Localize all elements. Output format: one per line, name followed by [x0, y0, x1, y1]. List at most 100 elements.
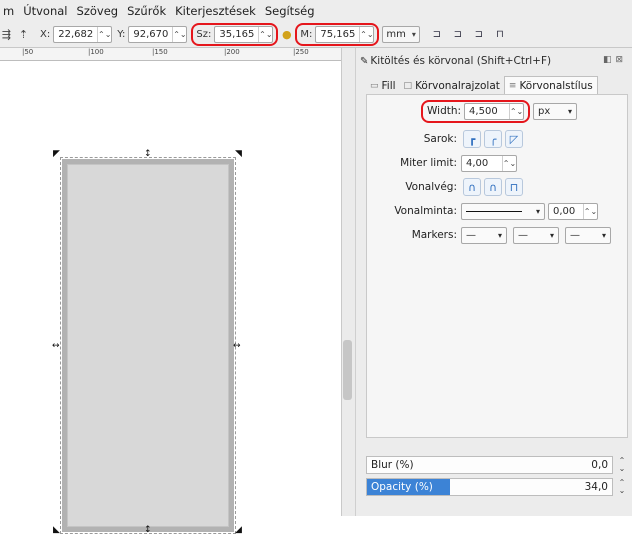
menu-item-extensions[interactable]: Kiterjesztések	[175, 4, 256, 18]
opacity-spin-icon[interactable]: ⌃ ⌄	[616, 479, 628, 495]
raise-icon[interactable]: ⇡	[17, 28, 30, 41]
w-label: Sz:	[196, 29, 212, 40]
drawing-canvas[interactable]: ◤ ↕ ◥ ↔ ↔ ◣ ↕ ◢	[0, 62, 341, 535]
marker-start-select[interactable]: — ▾	[461, 226, 507, 244]
brush-icon: ✎	[360, 55, 369, 67]
tab-stroke-paint[interactable]: □ Körvonalrajzolat	[400, 78, 504, 94]
h-value[interactable]: 75,165	[316, 29, 359, 40]
dash-offset-value[interactable]: 0,00	[549, 206, 583, 217]
blur-track[interactable]: Blur (%) 0,0	[366, 456, 613, 474]
y-input[interactable]: 92,670 ⌃⌄	[128, 26, 188, 43]
w-value[interactable]: 35,165	[215, 29, 258, 40]
stroke-style-icon: ≡	[508, 80, 517, 91]
opacity-value[interactable]: 34,0	[585, 481, 608, 493]
scale-handle-nw-icon[interactable]: ◤	[53, 150, 60, 159]
caps-label: Vonalvég:	[405, 181, 457, 193]
miter-input[interactable]: 4,00 ⌃⌄	[461, 154, 517, 172]
blur-slider[interactable]: Blur (%) 0,0 ⌃ ⌄	[366, 456, 628, 474]
align-icon[interactable]: ⇶	[0, 28, 13, 41]
stroke-width-spin-icon[interactable]: ⌃⌄	[509, 103, 523, 119]
chevron-down-icon: ▾	[535, 206, 540, 216]
dash-offset-spin-icon[interactable]: ⌃⌄	[583, 203, 597, 219]
panel-title: Kitöltés és körvonal (Shift+Ctrl+F)	[370, 55, 552, 67]
cap-butt-icon[interactable]: ∩	[463, 178, 481, 196]
width-highlight: Sz: 35,165 ⌃⌄	[191, 23, 279, 46]
scrollbar-thumb[interactable]	[343, 340, 352, 400]
marker-end-select[interactable]: — ▾	[565, 226, 611, 244]
join-bevel-icon[interactable]: ◸	[505, 130, 523, 148]
dash-row: Vonalminta: ▾ 0,00 ⌃⌄	[367, 201, 629, 221]
fill-icon: ▭	[370, 81, 379, 91]
w-spin-icon[interactable]: ⌃⌄	[258, 27, 273, 42]
stroke-paint-icon: □	[403, 81, 413, 91]
y-value[interactable]: 92,670	[129, 29, 172, 40]
cap-round-icon[interactable]: ∩	[484, 178, 502, 196]
canvas-vertical-scrollbar[interactable]	[341, 48, 355, 516]
join-miter-icon[interactable]: ┏	[463, 130, 481, 148]
stroke-width-value[interactable]: 4,500	[465, 106, 509, 117]
blur-value[interactable]: 0,0	[591, 459, 608, 471]
ruler-tick-100: |100	[88, 48, 104, 56]
menu-item-m[interactable]: m	[3, 4, 14, 18]
fill-stroke-panel: ✎ Kitöltés és körvonal (Shift+Ctrl+F) ◧⊠…	[355, 48, 632, 516]
markers-row: Markers: — ▾ — ▾ — ▾	[367, 225, 629, 245]
menu-item-path[interactable]: Útvonal	[23, 4, 67, 18]
x-value[interactable]: 22,682	[54, 29, 97, 40]
panel-window-buttons[interactable]: ◧⊠	[603, 55, 627, 65]
miter-spin-icon[interactable]: ⌃⌄	[502, 155, 516, 171]
snap-corner-icon[interactable]: ⊐	[428, 26, 446, 44]
tab-stroke-style[interactable]: ≡ Körvonalstílus	[503, 76, 598, 94]
opacity-slider[interactable]: Opacity (%) 34,0 ⌃ ⌄	[366, 478, 628, 496]
scale-handle-e-icon[interactable]: ↔	[233, 342, 241, 351]
join-round-icon[interactable]: ╭	[484, 130, 502, 148]
scale-handle-w-icon[interactable]: ↔	[52, 342, 60, 351]
snap-node-icon[interactable]: ⊓	[491, 26, 509, 44]
tab-stroke-paint-label: Körvonalrajzolat	[415, 80, 500, 92]
height-highlight: M: 75,165 ⌃⌄	[295, 23, 380, 46]
opacity-track[interactable]: Opacity (%) 34,0	[366, 478, 613, 496]
ruler-tick-150: |150	[152, 48, 168, 56]
width-label: Width:	[427, 105, 462, 117]
h-spin-icon[interactable]: ⌃⌄	[359, 27, 374, 42]
ruler-tick-200: |200	[224, 48, 240, 56]
stroke-width-input[interactable]: 4,500 ⌃⌄	[464, 102, 525, 120]
dash-offset-input[interactable]: 0,00 ⌃⌄	[548, 202, 598, 220]
scale-handle-se-icon[interactable]: ◢	[235, 526, 242, 535]
miter-value[interactable]: 4,00	[462, 158, 502, 169]
x-spin-icon[interactable]: ⌃⌄	[97, 27, 111, 42]
marker-mid-select[interactable]: — ▾	[513, 226, 559, 244]
unit-select[interactable]: mm ▾	[382, 26, 420, 43]
opacity-label: Opacity (%)	[371, 481, 433, 493]
y-spin-icon[interactable]: ⌃⌄	[172, 27, 187, 42]
menu-item-text[interactable]: Szöveg	[77, 4, 119, 18]
x-input[interactable]: 22,682 ⌃⌄	[53, 26, 113, 43]
scale-handle-sw-icon[interactable]: ◣	[53, 526, 60, 535]
snap-path-icon[interactable]: ⊐	[470, 26, 488, 44]
tab-fill[interactable]: ▭ Fill	[366, 78, 400, 94]
chevron-down-icon: ▾	[549, 230, 554, 240]
chevron-down-icon: ▾	[568, 106, 573, 116]
lock-icon[interactable]: ●	[280, 28, 293, 41]
scale-handle-ne-icon[interactable]: ◥	[235, 150, 242, 159]
chevron-down-icon: ▾	[601, 230, 606, 240]
stroke-unit-select[interactable]: px ▾	[533, 102, 578, 120]
scale-handle-s-icon[interactable]: ↕	[144, 526, 152, 535]
selection-bounding-box	[60, 157, 236, 534]
cap-square-icon[interactable]: ⊓	[505, 178, 523, 196]
marker-end-value: —	[570, 229, 580, 241]
dash-pattern-select[interactable]: ▾	[461, 202, 545, 220]
snap-edge-icon[interactable]: ⊐	[449, 26, 467, 44]
tab-fill-label: Fill	[381, 80, 396, 92]
menu-item-filters[interactable]: Szűrők	[127, 4, 166, 18]
scale-handle-n-icon[interactable]: ↕	[144, 150, 152, 159]
miter-label: Miter limit:	[400, 157, 457, 169]
h-input[interactable]: 75,165 ⌃⌄	[315, 26, 375, 43]
menu-item-help[interactable]: Segítség	[265, 4, 315, 18]
caps-row: Vonalvég: ∩ ∩ ⊓	[367, 177, 629, 197]
w-input[interactable]: 35,165 ⌃⌄	[214, 26, 274, 43]
unit-value: mm	[386, 29, 406, 40]
stroke-style-content: Width: 4,500 ⌃⌄ px ▾ Sarok: ┏ ╭ ◸ Miter …	[366, 94, 628, 438]
menubar: m Útvonal Szöveg Szűrők Kiterjesztések S…	[0, 0, 632, 22]
blur-spin-icon[interactable]: ⌃ ⌄	[616, 457, 628, 473]
tab-stroke-style-label: Körvonalstílus	[519, 79, 593, 92]
